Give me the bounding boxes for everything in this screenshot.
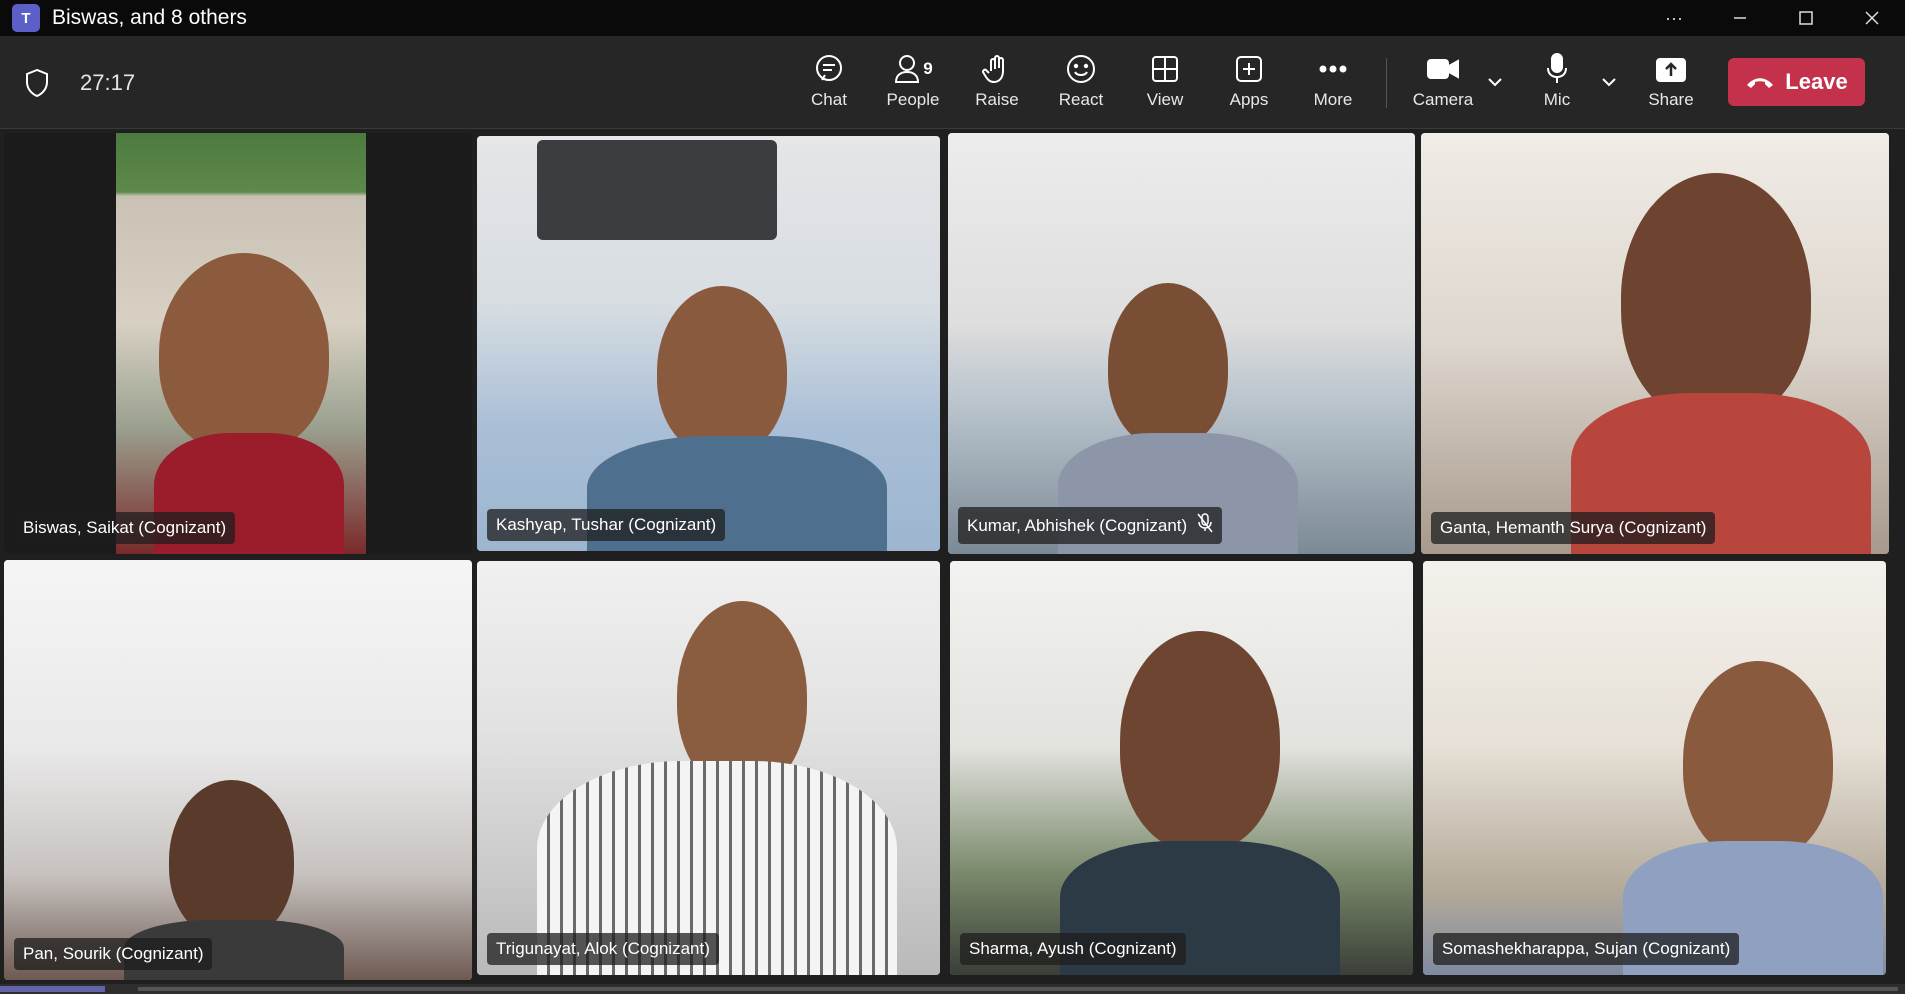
mic-muted-icon [1197,513,1213,538]
participant-video-image [1683,661,1833,861]
react-button[interactable]: React [1043,50,1119,116]
participant-name-tag: Ganta, Hemanth Surya (Cognizant) [1431,512,1716,544]
participant-name-tag: Kumar, Abhishek (Cognizant) [958,507,1223,544]
camera-icon [1426,50,1460,88]
participant-name: Trigunayat, Alok (Cognizant) [496,939,710,958]
more-dots-icon [1318,50,1348,88]
more-label: More [1313,90,1353,109]
apps-button[interactable]: Apps [1211,50,1287,116]
participant-name-tag: Kashyap, Tushar (Cognizant) [487,509,726,541]
share-button[interactable]: Share [1633,50,1709,116]
people-label: People [886,90,940,109]
people-count: 9 [923,59,933,78]
hang-up-icon [1745,69,1775,95]
participant-name: Kumar, Abhishek (Cognizant) [967,515,1188,535]
camera-label: Camera [1412,90,1474,109]
apps-label: Apps [1229,90,1269,109]
toolbar-divider [1386,58,1387,108]
participant-name: Ganta, Hemanth Surya (Cognizant) [1440,518,1707,537]
participant-video-image [1120,631,1280,851]
react-label: React [1058,90,1104,109]
participant-video-image [1108,283,1228,448]
mic-options-chevron-icon[interactable] [1599,72,1623,96]
video-tile-sharma[interactable]: Sharma, Ayush (Cognizant) [950,561,1413,975]
people-button[interactable]: 9 People [875,50,951,116]
raise-label: Raise [975,90,1019,109]
mic-label: Mic [1543,90,1571,109]
chat-icon [813,50,845,88]
window-title: Biswas, and 8 others [52,6,247,29]
participant-video-image [169,780,294,940]
video-tile-somashekharappa[interactable]: Somashekharappa, Sujan (Cognizant) [1423,561,1886,975]
camera-options-chevron-icon[interactable] [1485,72,1509,96]
video-tile-pan[interactable]: Pan, Sourik (Cognizant) [4,560,472,980]
participant-video-image [1621,173,1811,423]
view-label: View [1146,90,1184,109]
teams-logo-icon: T [12,4,40,32]
participant-name: Sharma, Ayush (Cognizant) [969,939,1177,958]
people-icon: 9 [893,50,933,88]
leave-button[interactable]: Leave [1728,58,1865,106]
video-tile-ganta[interactable]: Ganta, Hemanth Surya (Cognizant) [1421,133,1889,554]
participant-video-image [159,253,329,453]
participant-name-tag: Trigunayat, Alok (Cognizant) [487,933,719,965]
raise-hand-button[interactable]: Raise [959,50,1035,116]
meeting-timer: 27:17 [80,70,136,95]
video-tile-kumar[interactable]: Kumar, Abhishek (Cognizant) [948,133,1415,554]
minimize-button[interactable] [1707,0,1773,36]
video-tile-biswas[interactable]: Biswas, Saikat (Cognizant) [4,133,472,554]
meeting-toolbar: 27:17 Chat 9 People Raise React View App… [0,36,1905,129]
apps-plus-icon [1234,50,1264,88]
camera-button[interactable]: Camera [1405,50,1481,116]
participant-name: Kashyap, Tushar (Cognizant) [496,515,717,534]
scrollbar-thumb[interactable] [0,986,105,992]
participant-name: Pan, Sourik (Cognizant) [23,944,204,963]
scrollbar-track [138,987,1898,991]
leave-label: Leave [1785,69,1848,94]
smiley-icon [1065,50,1097,88]
window-controls: ··· [1641,0,1905,36]
horizontal-scrollbar[interactable] [0,984,1905,994]
share-icon [1655,50,1687,88]
microphone-icon [1544,50,1570,88]
shield-icon[interactable] [24,68,50,98]
share-label: Share [1648,90,1694,109]
chat-button[interactable]: Chat [791,50,867,116]
view-button[interactable]: View [1127,50,1203,116]
video-tile-kashyap[interactable]: Kashyap, Tushar (Cognizant) [477,136,940,551]
grid-view-icon [1150,50,1180,88]
participant-name-tag: Biswas, Saikat (Cognizant) [14,512,236,544]
chat-label: Chat [811,90,847,109]
participant-video-image [657,286,787,456]
participant-name: Biswas, Saikat (Cognizant) [23,518,227,537]
more-button[interactable]: More [1295,50,1371,116]
ceiling-tv [537,140,777,240]
participant-name-tag: Somashekharappa, Sujan (Cognizant) [1433,933,1740,965]
participant-name: Somashekharappa, Sujan (Cognizant) [1442,939,1731,958]
mic-button[interactable]: Mic [1519,50,1595,116]
video-tile-trigunayat[interactable]: Trigunayat, Alok (Cognizant) [477,561,940,975]
participant-name-tag: Pan, Sourik (Cognizant) [14,938,213,970]
maximize-button[interactable] [1773,0,1839,36]
hand-icon [982,50,1012,88]
close-button[interactable] [1839,0,1905,36]
title-bar: T Biswas, and 8 others ··· [0,0,1905,36]
more-options-icon[interactable]: ··· [1641,0,1707,36]
participant-name-tag: Sharma, Ayush (Cognizant) [960,933,1186,965]
